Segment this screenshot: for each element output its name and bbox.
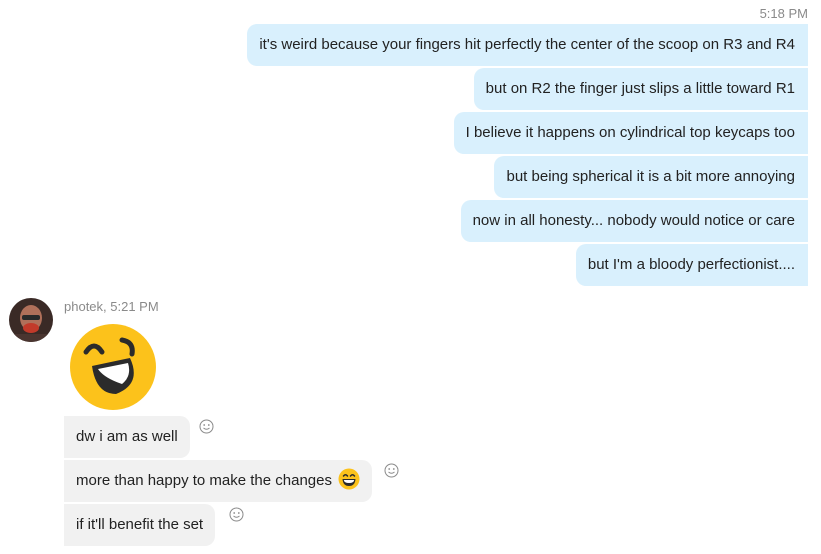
laughing-emoji[interactable] — [68, 322, 158, 412]
outgoing-message[interactable]: but on R2 the finger just slips a little… — [473, 68, 808, 110]
sender-name-time: photek, 5:21 PM — [64, 299, 159, 314]
outgoing-message[interactable]: but I'm a bloody perfectionist.... — [575, 244, 808, 286]
incoming-message-text: more than happy to make the changes — [76, 472, 332, 489]
chat-conversation: 5:18 PM it's weird because your fingers … — [0, 0, 821, 554]
outgoing-message[interactable]: I believe it happens on cylindrical top … — [453, 112, 808, 154]
outgoing-message[interactable]: it's weird because your fingers hit perf… — [247, 24, 808, 66]
smiley-reaction-icon[interactable] — [199, 419, 214, 434]
smiley-reaction-icon[interactable] — [229, 507, 244, 522]
smiley-reaction-icon[interactable] — [384, 463, 399, 478]
grinning-emoji-icon — [338, 468, 360, 490]
outgoing-message[interactable]: now in all honesty... nobody would notic… — [460, 200, 808, 242]
incoming-message[interactable]: if it'll benefit the set — [64, 504, 216, 546]
incoming-message[interactable]: dw i am as well — [64, 416, 190, 458]
incoming-message[interactable]: more than happy to make the changes — [64, 460, 372, 502]
outgoing-message[interactable]: but being spherical it is a bit more ann… — [494, 156, 808, 198]
outgoing-timestamp: 5:18 PM — [759, 6, 808, 21]
laughing-emoji-icon — [70, 324, 156, 410]
avatar[interactable] — [9, 298, 53, 342]
avatar-image — [9, 298, 53, 342]
